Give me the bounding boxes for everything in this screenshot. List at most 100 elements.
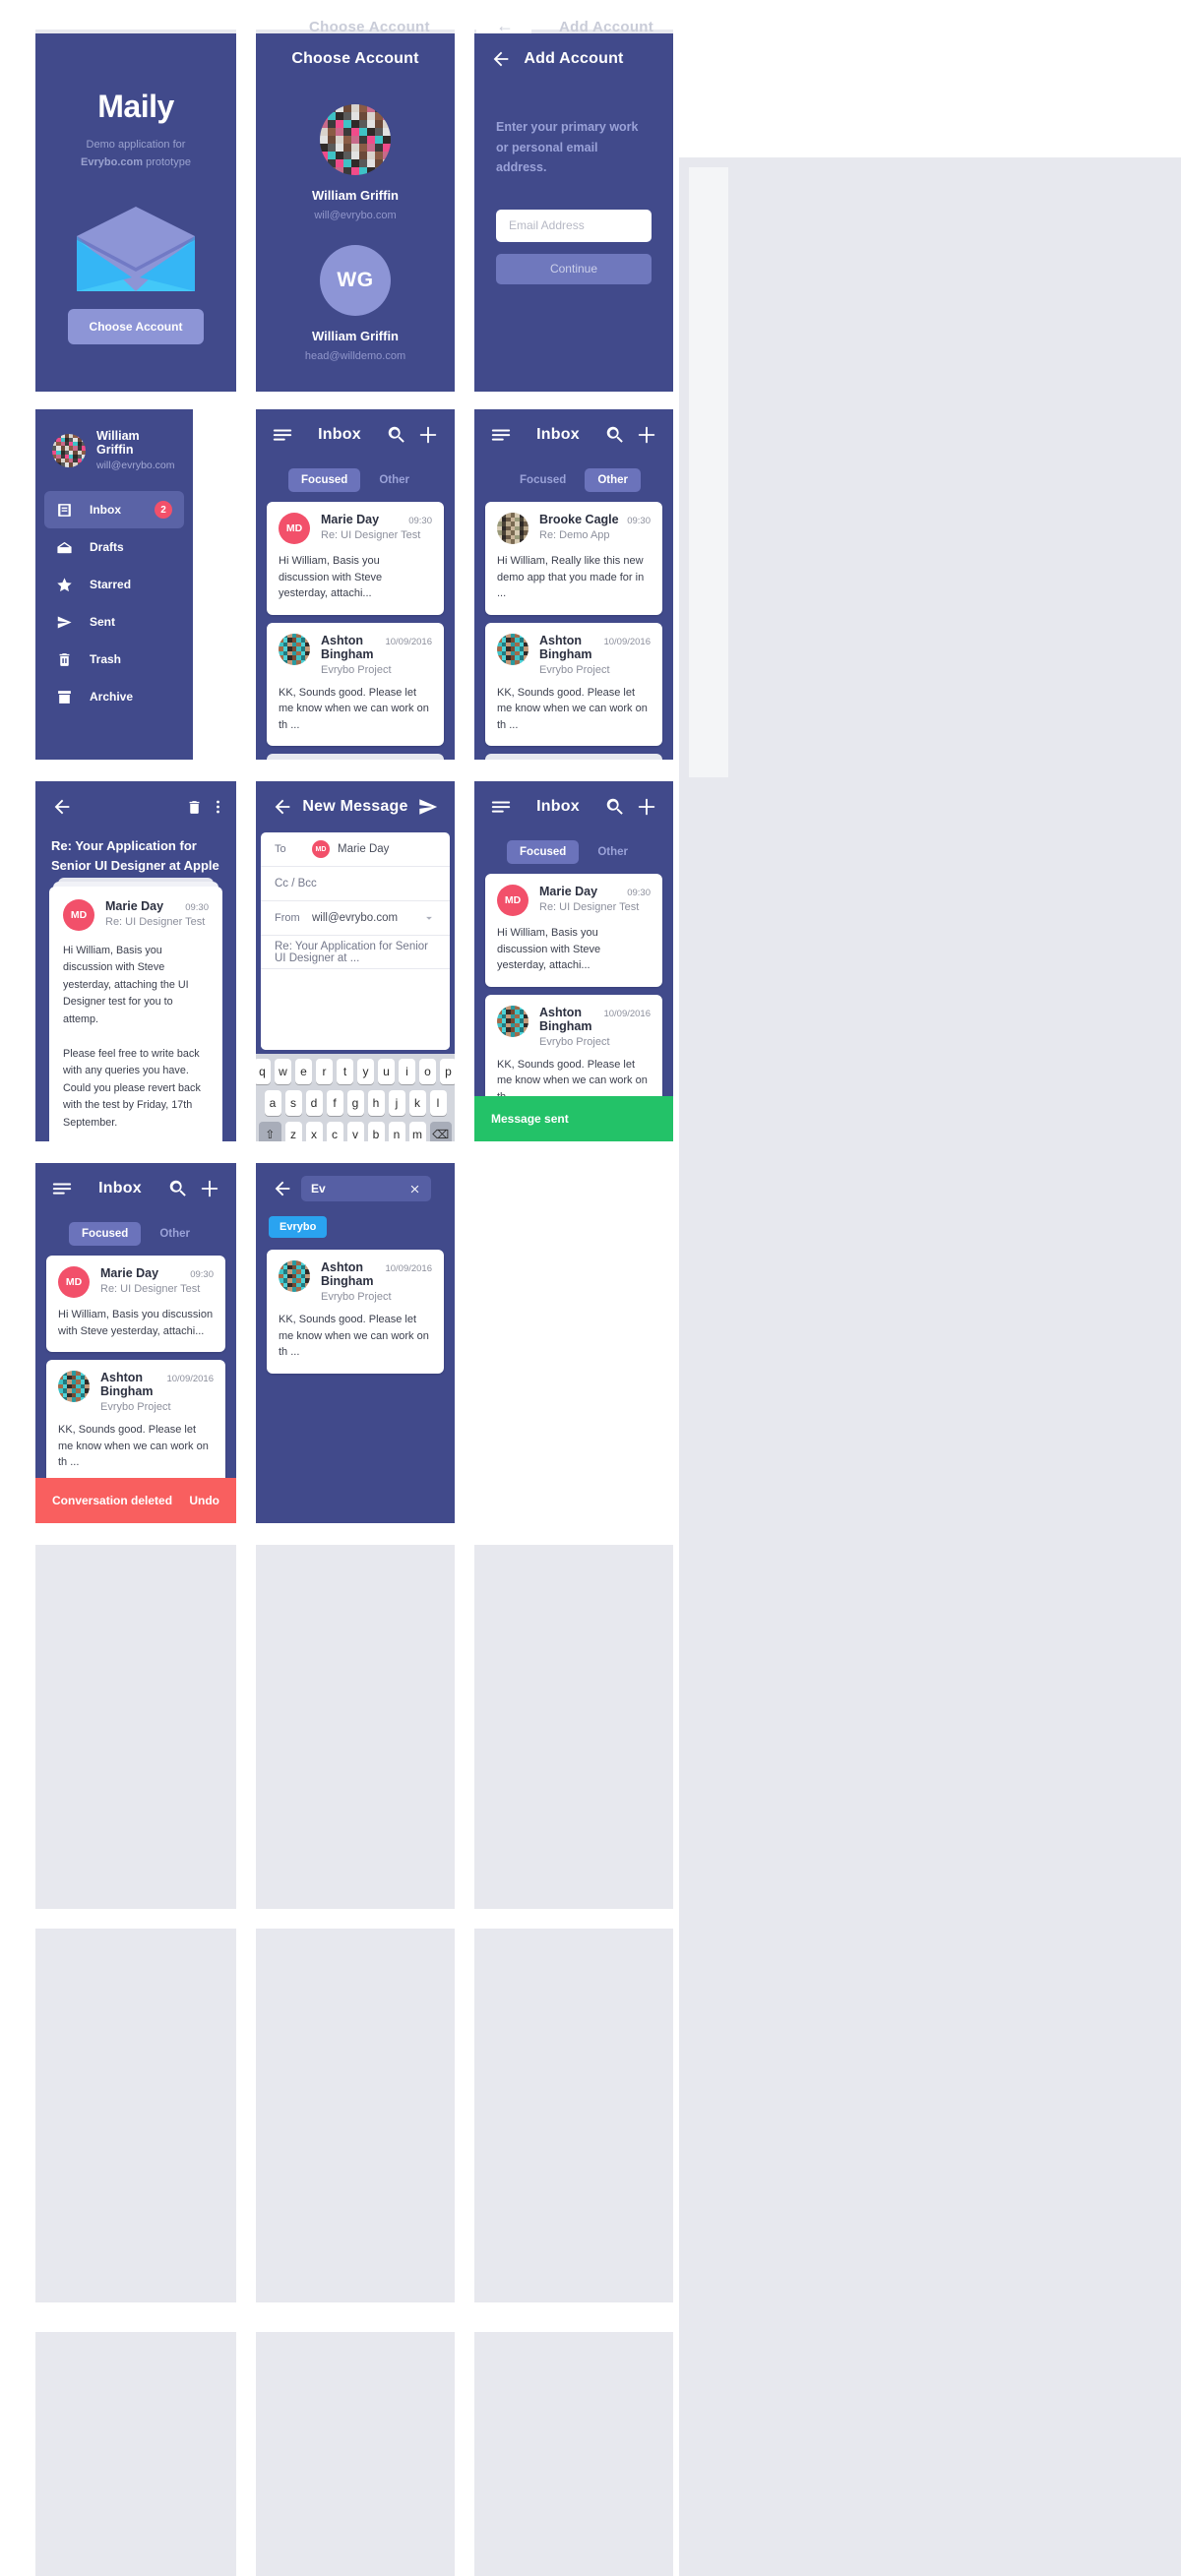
undo-button[interactable]: Undo	[189, 1494, 219, 1507]
mail-preview: KK, Sounds good. Please let me know when…	[279, 1314, 429, 1358]
tab-other[interactable]: Other	[585, 468, 641, 492]
plus-icon[interactable]	[417, 424, 439, 446]
plus-icon[interactable]	[636, 424, 657, 446]
mail-list-item[interactable]: MD Marie Day 09:30 Re: UI Designer Test Hi W…	[46, 1256, 225, 1352]
filter-chip-evrybo[interactable]: Evrybo	[269, 1216, 328, 1238]
mail-thread-stack: MD Marie Day 09:30 Re: UI Designer Test …	[49, 878, 222, 1141]
search-icon[interactable]	[604, 796, 626, 818]
avatar[interactable]	[320, 104, 391, 175]
trash-icon[interactable]	[186, 799, 203, 816]
sidebar-item-trash[interactable]: Trash	[44, 641, 184, 678]
tab-focused[interactable]: Focused	[507, 840, 580, 864]
subject-field[interactable]: Re: Your Application for Senior UI Desig…	[261, 936, 450, 969]
more-vertical-icon[interactable]	[216, 796, 220, 818]
key-j[interactable]: j	[388, 1090, 405, 1116]
search-icon[interactable]	[604, 424, 626, 446]
hamburger-icon[interactable]	[51, 1178, 73, 1199]
key-w[interactable]: w	[275, 1059, 291, 1084]
key-n[interactable]: n	[388, 1122, 405, 1141]
key-m[interactable]: m	[408, 1122, 426, 1141]
tab-other[interactable]: Other	[366, 468, 422, 492]
key-l[interactable]: l	[429, 1090, 447, 1116]
key-q[interactable]: q	[256, 1059, 271, 1084]
mail-list-item[interactable]: Ashton Bingham 10/09/2016 Evrybo Project KK…	[485, 622, 662, 746]
key-d[interactable]: d	[305, 1090, 323, 1116]
mail-list-item[interactable]: Ashton Bingham 10/09/2016 Evrybo Project KK…	[46, 1360, 225, 1484]
mail-list-item[interactable]: Ashton Bingham 10/09/2016 Evrybo Project KK…	[267, 622, 444, 746]
continue-button[interactable]: Continue	[496, 253, 652, 284]
mail-date: 09:30	[408, 516, 432, 526]
close-icon[interactable]	[408, 1183, 421, 1196]
screen-compose: New Message To MD Marie Day Cc / Bcc Fro…	[256, 781, 455, 1141]
key-r[interactable]: r	[316, 1059, 333, 1084]
mail-list-item[interactable]: JTJason Tan10/09/201622LapsHi William, I…	[267, 754, 444, 760]
mail-card[interactable]: MD Marie Day 09:30 Re: UI Designer Test …	[49, 887, 222, 1141]
compose-body-area[interactable]	[261, 969, 450, 1050]
key-a[interactable]: a	[264, 1090, 281, 1116]
tab-focused[interactable]: Focused	[507, 468, 579, 492]
hamburger-icon[interactable]	[490, 424, 512, 446]
mail-time: 09:30	[185, 902, 209, 913]
sidebar-item-sent[interactable]: Sent	[44, 603, 184, 641]
key-p[interactable]: p	[440, 1059, 455, 1084]
arrow-left-icon[interactable]	[51, 796, 73, 818]
choose-account-button[interactable]: Choose Account	[67, 309, 205, 344]
search-icon[interactable]	[167, 1178, 189, 1199]
key-k[interactable]: k	[408, 1090, 426, 1116]
mail-list: Ashton Bingham 10/09/2016 Evrybo Project KK…	[256, 1250, 455, 1374]
mail-subject-line: Re: Demo App	[539, 529, 610, 541]
shift-icon[interactable]: ⇧	[259, 1122, 281, 1141]
hamburger-icon[interactable]	[272, 424, 293, 446]
hamburger-icon[interactable]	[490, 796, 512, 818]
tab-other[interactable]: Other	[147, 1222, 203, 1246]
tab-other[interactable]: Other	[585, 840, 641, 864]
sidebar-item-drafts[interactable]: Drafts	[44, 528, 184, 566]
mail-list-item[interactable]: Ashton Bingham 10/09/2016 Evrybo Project KK…	[267, 1250, 444, 1374]
key-t[interactable]: t	[337, 1059, 353, 1084]
key-v[interactable]: v	[346, 1122, 364, 1141]
plus-icon[interactable]	[636, 796, 657, 818]
key-i[interactable]: i	[399, 1059, 415, 1084]
mail-list-item[interactable]: MD Marie Day 09:30 Re: UI Designer Test Hi W…	[485, 874, 662, 987]
mail-list-item[interactable]: Brooke Cagle 09:30 Re: Demo App Hi William,…	[485, 502, 662, 615]
menu-user[interactable]: William Griffin will@evrybo.com	[35, 409, 193, 471]
avatar[interactable]	[52, 433, 86, 467]
sidebar-item-inbox[interactable]: Inbox 2	[44, 491, 184, 528]
key-f[interactable]: f	[326, 1090, 343, 1116]
sidebar-item-archive[interactable]: Archive	[44, 678, 184, 715]
key-g[interactable]: g	[346, 1090, 364, 1116]
mail-list-item[interactable]: JTJason Tan10/09/201622LapsHi William, I…	[485, 754, 662, 760]
email-field[interactable]: Email Address	[496, 209, 652, 242]
arrow-left-icon[interactable]	[272, 796, 293, 818]
search-icon[interactable]	[386, 424, 407, 446]
key-z[interactable]: z	[284, 1122, 302, 1141]
avatar	[497, 633, 528, 665]
key-b[interactable]: b	[367, 1122, 385, 1141]
key-x[interactable]: x	[305, 1122, 323, 1141]
key-e[interactable]: e	[295, 1059, 312, 1084]
plus-icon[interactable]	[199, 1178, 220, 1199]
backspace-icon[interactable]: ⌫	[429, 1122, 452, 1141]
cc-bcc-field[interactable]: Cc / Bcc	[261, 867, 450, 901]
send-icon[interactable]	[417, 796, 439, 818]
arrow-left-icon[interactable]	[272, 1178, 293, 1199]
key-u[interactable]: u	[378, 1059, 395, 1084]
sidebar-item-starred[interactable]: Starred	[44, 566, 184, 603]
tab-focused[interactable]: Focused	[69, 1222, 142, 1246]
avatar-photo	[52, 433, 86, 467]
key-c[interactable]: c	[326, 1122, 343, 1141]
chevron-down-icon[interactable]	[422, 911, 436, 925]
mail-list-item[interactable]: MD Marie Day 09:30 Re: UI Designer Test Hi W…	[267, 502, 444, 615]
tab-focused[interactable]: Focused	[288, 468, 361, 492]
key-s[interactable]: s	[284, 1090, 302, 1116]
key-y[interactable]: y	[357, 1059, 374, 1084]
key-o[interactable]: o	[419, 1059, 436, 1084]
from-field[interactable]: From will@evrybo.com	[261, 901, 450, 936]
to-field[interactable]: To MD Marie Day	[261, 832, 450, 867]
mail-date: 10/09/2016	[166, 1374, 214, 1384]
to-label: To	[275, 843, 286, 855]
arrow-left-icon[interactable]	[490, 48, 512, 70]
search-input[interactable]: Ev	[301, 1176, 431, 1201]
key-h[interactable]: h	[367, 1090, 385, 1116]
avatar[interactable]: WG	[320, 245, 391, 316]
